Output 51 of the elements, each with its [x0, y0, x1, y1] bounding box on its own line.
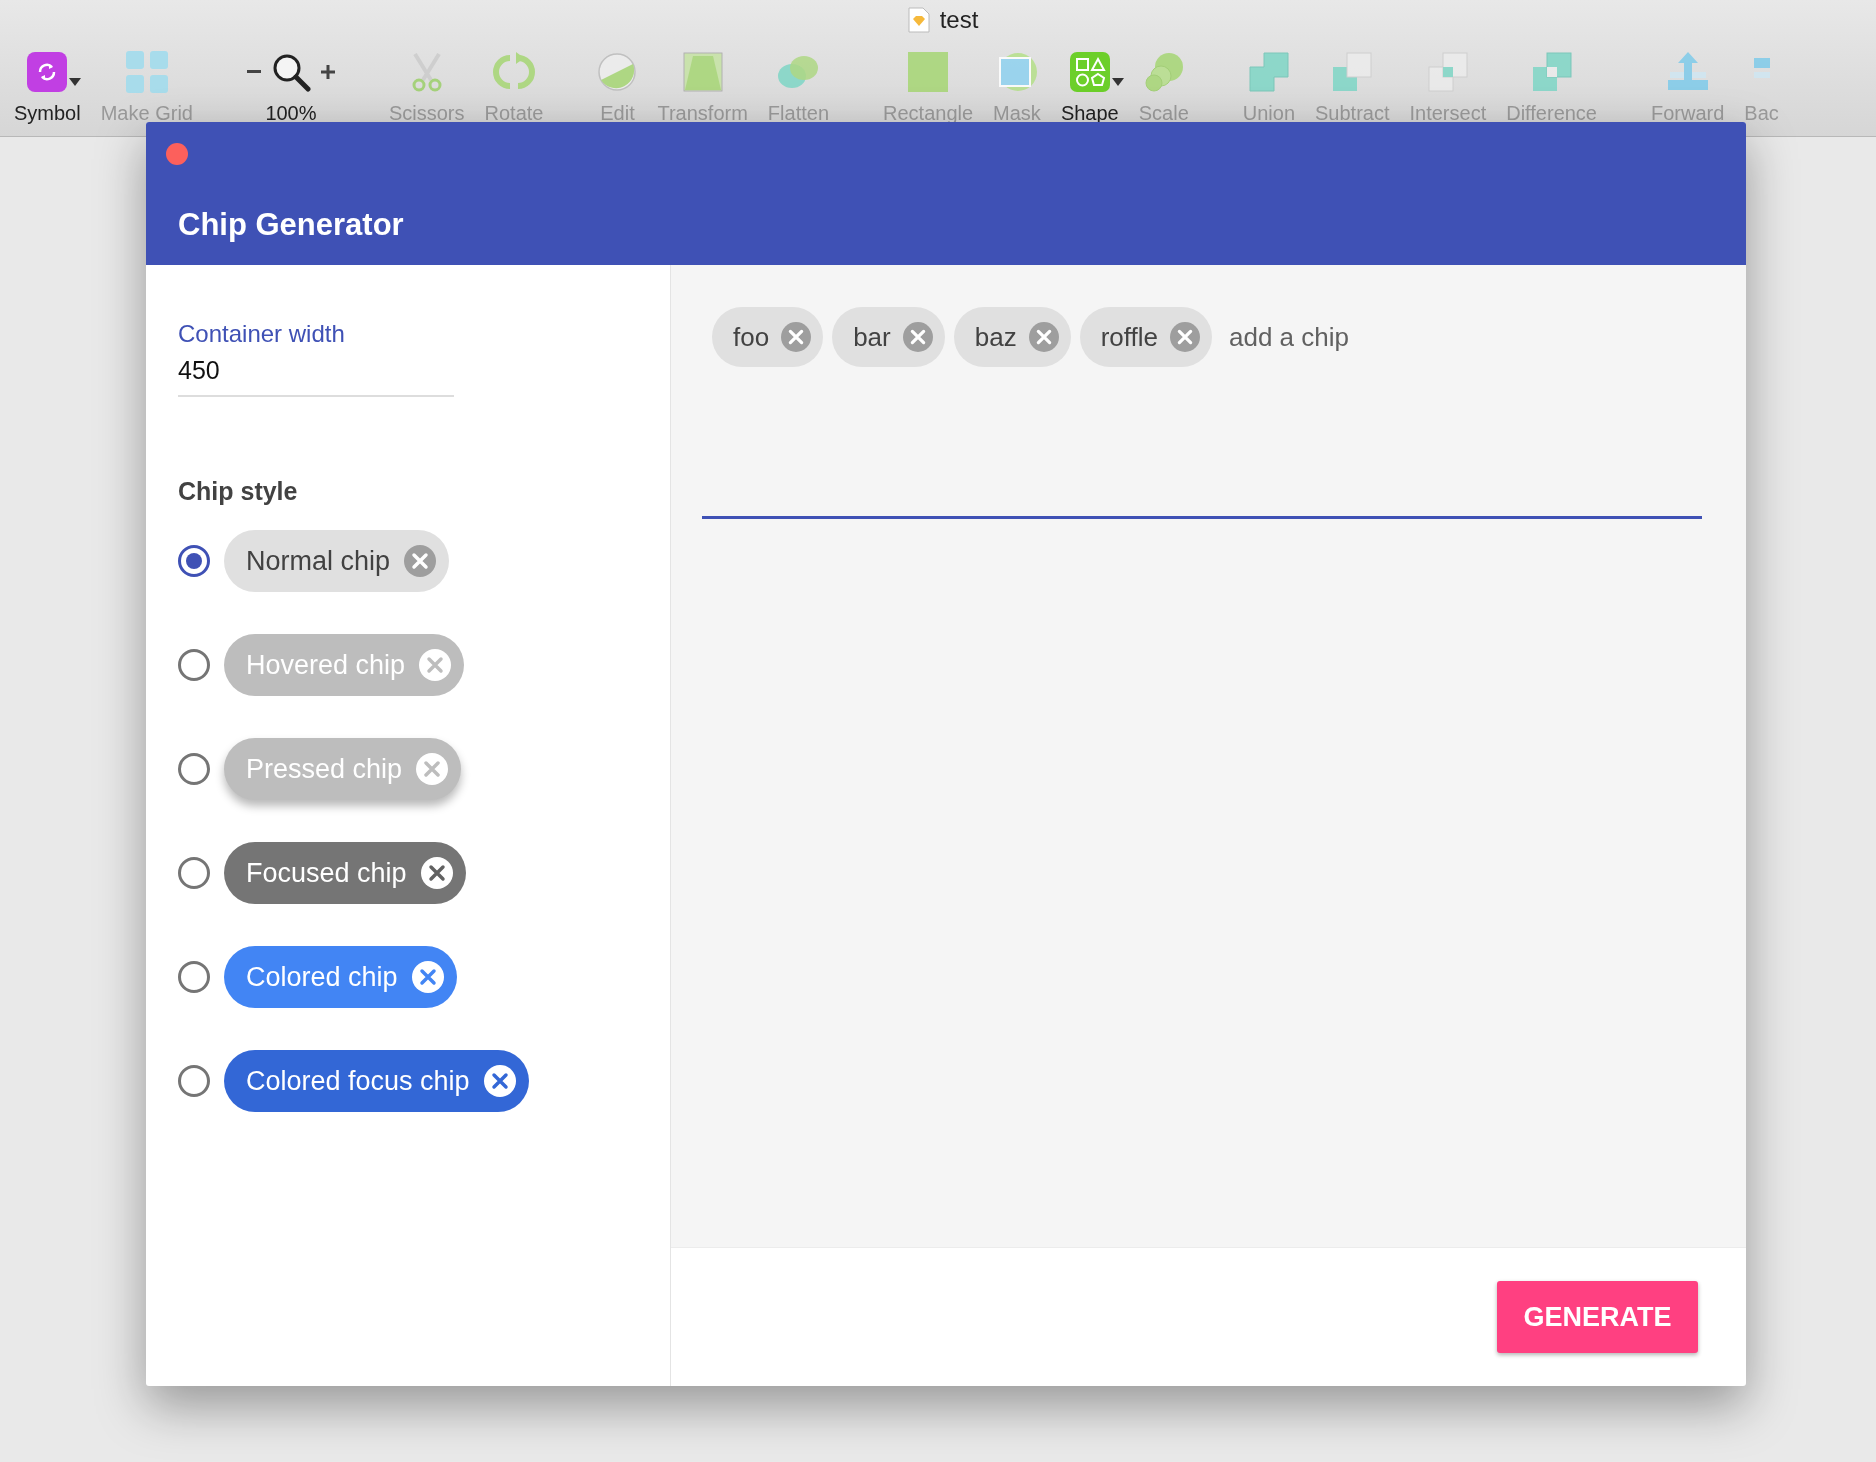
caret-icon — [69, 78, 82, 86]
chip[interactable]: Colored focus chip — [224, 1050, 529, 1112]
remove-icon[interactable] — [781, 322, 812, 352]
edit-icon — [597, 52, 638, 92]
subtract-icon — [1331, 51, 1374, 93]
transform-icon — [682, 52, 723, 92]
field-label: Container width — [178, 320, 346, 348]
toolbar-button[interactable]: 100% — [242, 50, 339, 125]
document-icon — [907, 7, 930, 33]
generate-button[interactable]: GENERATE — [1497, 1281, 1698, 1353]
rectangle-icon — [908, 52, 949, 92]
window-title: test — [939, 6, 979, 34]
chip[interactable]: baz — [953, 307, 1071, 367]
symbol-icon — [27, 52, 68, 92]
remove-icon[interactable] — [420, 857, 453, 889]
radio-button[interactable] — [178, 857, 210, 889]
remove-icon[interactable] — [1028, 322, 1059, 352]
forward-icon — [1667, 52, 1708, 92]
chip[interactable]: Pressed chip — [224, 738, 462, 800]
remove-icon[interactable] — [483, 1065, 516, 1097]
dialog-title: Chip Generator — [178, 207, 404, 243]
close-button[interactable] — [166, 143, 188, 165]
remove-icon[interactable] — [902, 322, 933, 352]
section-heading: Chip style — [178, 477, 299, 506]
radio-button[interactable] — [178, 649, 210, 681]
union-icon — [1247, 51, 1290, 93]
intersect-icon — [1426, 51, 1469, 93]
remove-icon[interactable] — [1170, 322, 1200, 352]
caret-icon — [1111, 78, 1124, 86]
radio-button[interactable] — [178, 1065, 210, 1097]
input-field[interactable]: 450 — [178, 348, 454, 397]
radio-button[interactable] — [178, 961, 210, 993]
chip[interactable]: bar — [832, 307, 945, 367]
remove-icon[interactable] — [404, 545, 437, 577]
chip[interactable]: Normal chip — [224, 530, 450, 592]
shape-icon — [1069, 52, 1110, 92]
chip[interactable]: Focused chip — [224, 842, 466, 904]
difference-icon — [1530, 51, 1573, 93]
chip[interactable]: foo — [712, 307, 824, 367]
chip[interactable]: Hovered chip — [224, 634, 465, 696]
zoom-out-icon[interactable] — [246, 70, 261, 74]
radio-button[interactable] — [178, 753, 210, 785]
zoom-in-icon[interactable] — [320, 65, 335, 79]
grid-icon — [125, 51, 168, 93]
toolbar-button[interactable]: Symbol — [10, 50, 85, 125]
remove-icon[interactable] — [411, 961, 444, 993]
rotate-icon — [492, 52, 536, 92]
chip[interactable]: Colored chip — [224, 946, 457, 1008]
radio-button[interactable] — [178, 545, 210, 577]
scale-icon — [1143, 52, 1184, 92]
chip[interactable]: roffle — [1079, 307, 1212, 367]
